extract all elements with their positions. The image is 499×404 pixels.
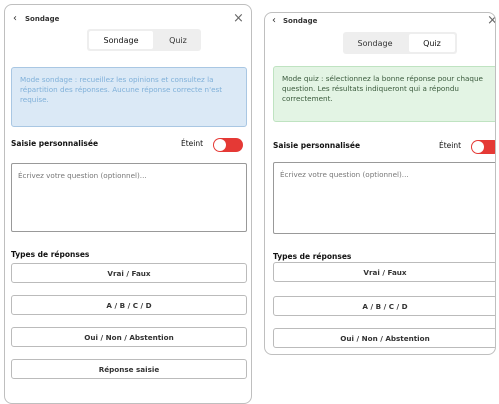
toggle-state-label: Éteint [439,141,462,150]
toggle-state-label: Éteint [181,139,204,148]
info-banner: Mode quiz : sélectionnez la bonne répons… [273,66,495,122]
tab-sondage[interactable]: Sondage [343,32,407,54]
panel-title: Sondage [283,17,318,25]
answer-types-label: Types de réponses [273,252,352,261]
panel-title: Sondage [25,15,60,23]
answer-type-yes-no-abstain[interactable]: Oui / Non / Abstention [273,328,495,348]
answer-type-true-false[interactable]: Vrai / Faux [11,263,247,283]
tab-quiz[interactable]: Quiz [409,34,455,52]
answer-type-abcd[interactable]: A / B / C / D [273,296,495,316]
mode-switch: Sondage Quiz [343,32,457,54]
close-icon[interactable]: × [233,11,244,26]
answer-types-label: Types de réponses [11,250,90,259]
custom-input-label: Saisie personnalisée [273,141,361,150]
question-input[interactable]: Écrivez votre question (optionnel)... [11,163,247,232]
quiz-panel: ‹ Sondage × Sondage Quiz Mode quiz : sél… [264,12,496,355]
close-icon[interactable]: × [487,13,495,28]
answer-type-abcd[interactable]: A / B / C / D [11,295,247,315]
custom-input-toggle[interactable] [471,140,495,154]
mode-switch: Sondage Quiz [87,29,201,51]
toggle-knob [214,139,226,151]
back-icon[interactable]: ‹ [13,13,17,24]
back-icon[interactable]: ‹ [272,15,276,26]
tab-quiz[interactable]: Quiz [155,29,201,51]
question-input[interactable]: Écrivez votre question (optionnel)... [273,162,495,234]
answer-type-typed[interactable]: Réponse saisie [11,359,247,379]
custom-input-toggle[interactable] [213,138,243,152]
info-banner: Mode sondage : recueillez les opinions e… [11,67,247,127]
answer-type-yes-no-abstain[interactable]: Oui / Non / Abstention [11,327,247,347]
toggle-knob [472,141,484,153]
custom-input-label: Saisie personnalisée [11,139,99,148]
tab-sondage[interactable]: Sondage [89,31,153,49]
sondage-panel: ‹ Sondage × Sondage Quiz Mode sondage : … [4,4,252,404]
answer-type-true-false[interactable]: Vrai / Faux [273,262,495,282]
